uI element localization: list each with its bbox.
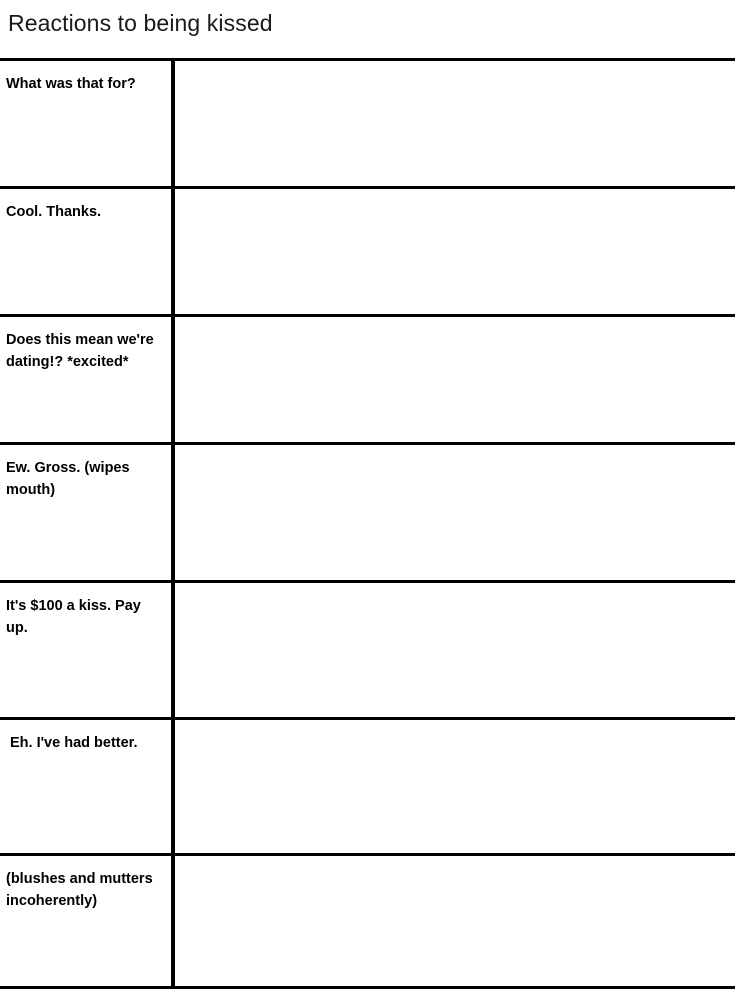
response-cell[interactable]: [173, 187, 735, 316]
table-row: (blushes and mutters incoherently): [0, 854, 735, 988]
reactions-table: What was that for? Cool. Thanks. Does th…: [0, 58, 735, 989]
response-cell[interactable]: [173, 443, 735, 582]
prompt-cell: Ew. Gross. (wipes mouth): [0, 443, 175, 582]
table-row: Cool. Thanks.: [0, 187, 735, 316]
table-row: Eh. I've had better.: [0, 718, 735, 855]
table-row: Ew. Gross. (wipes mouth): [0, 443, 735, 582]
prompt-cell: It's $100 a kiss. Pay up.: [0, 581, 175, 719]
response-cell[interactable]: [173, 718, 735, 855]
response-cell[interactable]: [173, 581, 735, 719]
response-cell[interactable]: [173, 315, 735, 444]
table-row: What was that for?: [0, 59, 735, 188]
table-row: It's $100 a kiss. Pay up.: [0, 581, 735, 719]
prompt-cell: Eh. I've had better.: [0, 718, 175, 855]
prompt-cell: (blushes and mutters incoherently): [0, 854, 175, 988]
prompt-cell: Cool. Thanks.: [0, 187, 175, 316]
table-row: Does this mean we're dating!? *excited*: [0, 315, 735, 444]
response-cell[interactable]: [173, 59, 735, 188]
prompt-cell: What was that for?: [0, 59, 175, 188]
page-title: Reactions to being kissed: [8, 10, 273, 36]
table-body: What was that for? Cool. Thanks. Does th…: [0, 59, 735, 988]
page-root: Reactions to being kissed What was that …: [0, 0, 735, 988]
response-cell[interactable]: [173, 854, 735, 988]
prompt-cell: Does this mean we're dating!? *excited*: [0, 315, 175, 444]
